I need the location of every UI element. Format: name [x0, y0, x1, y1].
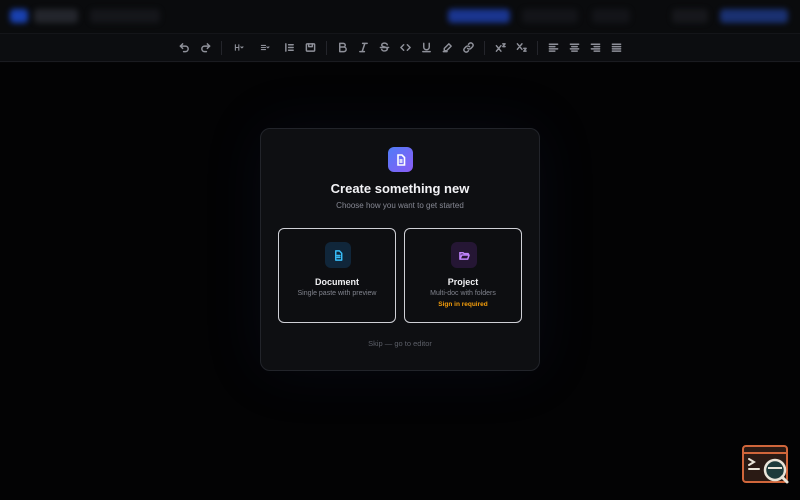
align-right-button[interactable]	[585, 38, 606, 58]
strikethrough-button[interactable]	[374, 38, 395, 58]
italic-icon	[358, 42, 368, 53]
superscript-icon	[495, 43, 506, 52]
nav-blurred	[90, 9, 160, 23]
undo-button[interactable]	[174, 38, 195, 58]
toolbar-divider	[325, 40, 327, 55]
folder-open-icon	[451, 242, 477, 268]
ordered-list-button[interactable]	[279, 38, 300, 58]
align-justify-button[interactable]	[606, 38, 627, 58]
superscript-button[interactable]	[490, 38, 511, 58]
toolbar-divider	[483, 40, 485, 55]
link-button[interactable]	[458, 38, 479, 58]
dialog-subtitle: Choose how you want to get started	[336, 201, 464, 210]
brand-blurred	[34, 9, 78, 23]
document-option-description: Single paste with preview	[297, 290, 377, 297]
code-icon	[399, 44, 411, 51]
file-text-icon	[325, 242, 351, 268]
top-bar	[0, 0, 800, 34]
code-button[interactable]	[395, 38, 416, 58]
link-icon	[462, 42, 474, 53]
browser-search-icon[interactable]	[742, 445, 790, 485]
primary-action-blurred	[448, 9, 510, 23]
align-left-button[interactable]	[543, 38, 564, 58]
align-center-icon	[569, 43, 579, 52]
bold-button[interactable]	[332, 38, 353, 58]
heading-icon	[234, 44, 244, 51]
redo-button[interactable]	[195, 38, 216, 58]
strikethrough-icon	[379, 42, 389, 52]
align-center-button[interactable]	[564, 38, 585, 58]
block-icon	[305, 43, 315, 52]
account-action-blurred	[720, 9, 788, 23]
align-right-icon	[590, 43, 600, 52]
user-blurred	[672, 9, 708, 23]
subscript-icon	[516, 43, 527, 52]
highlight-button[interactable]	[437, 38, 458, 58]
dialog-title: Create something new	[330, 181, 470, 196]
document-option-card[interactable]: Document Single paste with preview	[278, 228, 396, 323]
underline-button[interactable]	[416, 38, 437, 58]
heading-button[interactable]	[227, 38, 253, 58]
subscript-button[interactable]	[511, 38, 532, 58]
sign-in-required-note: Sign in required	[438, 301, 488, 308]
highlighter-icon	[442, 43, 452, 53]
align-justify-icon	[611, 43, 621, 52]
project-option-card[interactable]: Project Multi-doc with folders Sign in r…	[404, 228, 522, 323]
block-button[interactable]	[300, 38, 321, 58]
ordered-list-icon	[284, 43, 294, 52]
toolbar-divider	[536, 40, 538, 55]
formatting-toolbar	[0, 34, 800, 62]
create-dialog: Create something new Choose how you want…	[260, 128, 540, 371]
secondary-action-blurred	[522, 9, 578, 23]
menu-blurred	[592, 9, 630, 23]
redo-icon	[200, 43, 210, 53]
underline-icon	[421, 42, 431, 53]
italic-button[interactable]	[353, 38, 374, 58]
undo-icon	[179, 43, 189, 53]
align-left-icon	[548, 43, 558, 52]
bold-icon	[338, 42, 347, 53]
project-option-title: Project	[447, 277, 479, 287]
document-icon	[388, 147, 413, 172]
project-option-description: Multi-doc with folders	[430, 290, 496, 297]
toolbar-divider	[220, 40, 222, 55]
logo-blurred	[10, 9, 28, 23]
document-option-title: Document	[314, 277, 359, 287]
list-button[interactable]	[253, 38, 279, 58]
skip-link[interactable]: Skip — go to editor	[261, 339, 539, 348]
list-icon	[260, 44, 270, 51]
